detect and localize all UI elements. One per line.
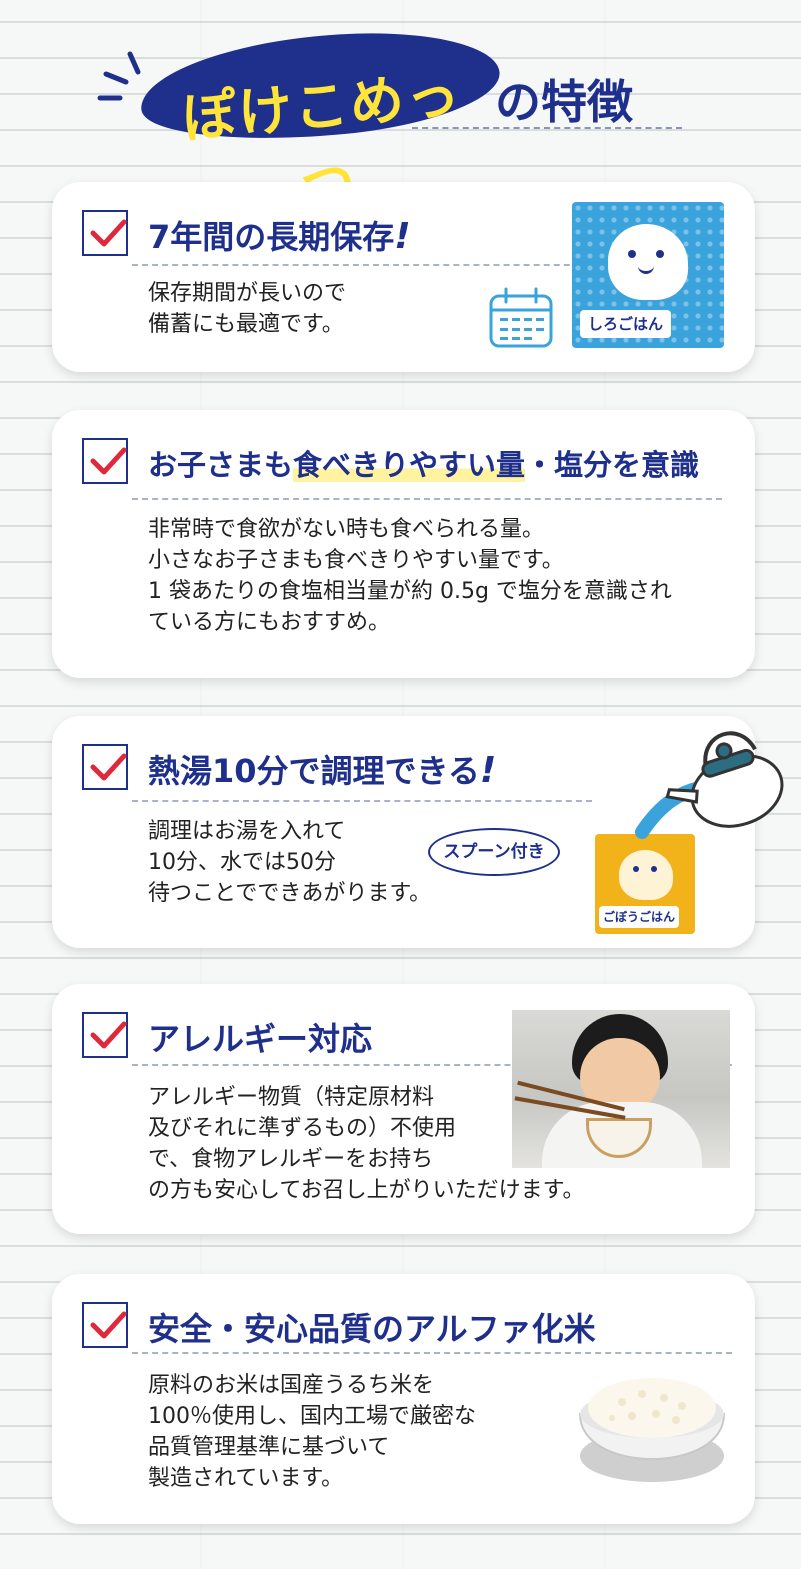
feature-heading: 熱湯10分で調理できる! bbox=[148, 746, 496, 792]
check-icon bbox=[82, 744, 128, 790]
sparkle-icon bbox=[97, 51, 141, 101]
check-icon bbox=[82, 438, 128, 484]
feature-body: 保存期間が長いので 備蓄にも最適です。 bbox=[148, 278, 346, 340]
exclamation-icon: ! bbox=[479, 750, 497, 791]
body-line: 調理はお湯を入れて bbox=[148, 819, 346, 844]
rice-bowl-photo bbox=[578, 1378, 726, 1482]
feature-card-storage: 7年間の長期保存! 保存期間が長いので 備蓄にも最適です。 しろごはん bbox=[52, 182, 755, 372]
check-icon bbox=[82, 1302, 128, 1348]
dashed-divider bbox=[132, 498, 722, 500]
feature-card-portion: お子さまも食べきりやすい量・塩分を意識 非常時で食欲がない時も食べられる量。 小… bbox=[52, 410, 755, 678]
heading-text: お子さまも bbox=[148, 448, 294, 482]
page-header: ぽけこめっつ の特徴 bbox=[0, 0, 801, 219]
heading-text: 熱湯10分で調理できる bbox=[148, 752, 480, 790]
body-line: 保存期間が長いので bbox=[148, 281, 347, 306]
dashed-divider bbox=[132, 1352, 732, 1354]
feature-body: 原料のお米は国産うるち米を 100％使用し、国内工場で厳密な 品質管理基準に基づ… bbox=[148, 1370, 476, 1494]
feature-heading: 7年間の長期保存! bbox=[148, 212, 411, 258]
child-eating-photo bbox=[512, 1010, 730, 1168]
body-line: ている方にもおすすめ。 bbox=[148, 610, 391, 635]
check-icon bbox=[82, 1012, 128, 1058]
heading-highlight: 食べきりやすい量 bbox=[293, 448, 526, 482]
feature-heading: アレルギー対応 bbox=[148, 1014, 372, 1060]
title-underline bbox=[412, 127, 682, 129]
body-line: 10分、水では50分 bbox=[148, 850, 336, 875]
body-line: の方も安心してお召し上がりいただけます。 bbox=[148, 1178, 585, 1203]
body-line: 原料のお米は国産うるち米を bbox=[148, 1373, 435, 1398]
body-line: 1 袋あたりの食塩相当量が約 0.5g で塩分を意識され bbox=[148, 579, 672, 604]
heading-text: 安全・安心品質のアルファ化米 bbox=[148, 1310, 596, 1348]
heading-text: 7年間の長期保存 bbox=[148, 218, 395, 256]
body-line: 非常時で食欲がない時も食べられる量。 bbox=[148, 517, 545, 542]
feature-card-allergy: アレルギー対応 アレルギー物質（特定原材料 及びそれに準ずるもの）不使用 で、食… bbox=[52, 984, 755, 1234]
body-line: 備蓄にも最適です。 bbox=[148, 312, 344, 337]
check-icon bbox=[82, 210, 128, 256]
body-line: 製造されています。 bbox=[148, 1466, 344, 1491]
exclamation-icon: ! bbox=[394, 216, 411, 257]
title-suffix: の特徴 bbox=[495, 75, 633, 129]
dashed-divider bbox=[132, 264, 620, 266]
dashed-divider bbox=[132, 800, 592, 802]
body-line: 小さなお子さまも食べきりやすい量です。 bbox=[148, 548, 564, 573]
heading-text: アレルギー対応 bbox=[148, 1020, 373, 1058]
package-label: ごぼうごはん bbox=[599, 906, 680, 928]
feature-card-quality: 安全・安心品質のアルファ化米 原料のお米は国産うるち米を 100％使用し、国内工… bbox=[52, 1274, 755, 1524]
spoon-included-badge: スプーン付き bbox=[428, 828, 560, 876]
body-line: 品質管理基準に基づいて bbox=[148, 1435, 390, 1460]
feature-body: 調理はお湯を入れて 10分、水では50分 待つことでできあがります。 bbox=[148, 816, 431, 909]
feature-heading: 安全・安心品質のアルファ化米 bbox=[148, 1304, 596, 1350]
body-line: 待つことでできあがります。 bbox=[148, 881, 432, 906]
feature-heading: お子さまも食べきりやすい量・塩分を意識 bbox=[148, 442, 699, 484]
heading-text: ・塩分を意識 bbox=[525, 448, 700, 482]
badge-label: スプーン付き bbox=[443, 842, 545, 862]
calendar-icon bbox=[489, 287, 553, 348]
product-package-white-rice: しろごはん bbox=[572, 202, 724, 348]
package-label: しろごはん bbox=[580, 310, 672, 338]
body-line: 100％使用し、国内工場で厳密な bbox=[148, 1404, 476, 1429]
kettle-icon bbox=[635, 731, 784, 839]
feature-body: 非常時で食欲がない時も食べられる量。 小さなお子さまも食べきりやすい量です。 1… bbox=[148, 514, 672, 638]
